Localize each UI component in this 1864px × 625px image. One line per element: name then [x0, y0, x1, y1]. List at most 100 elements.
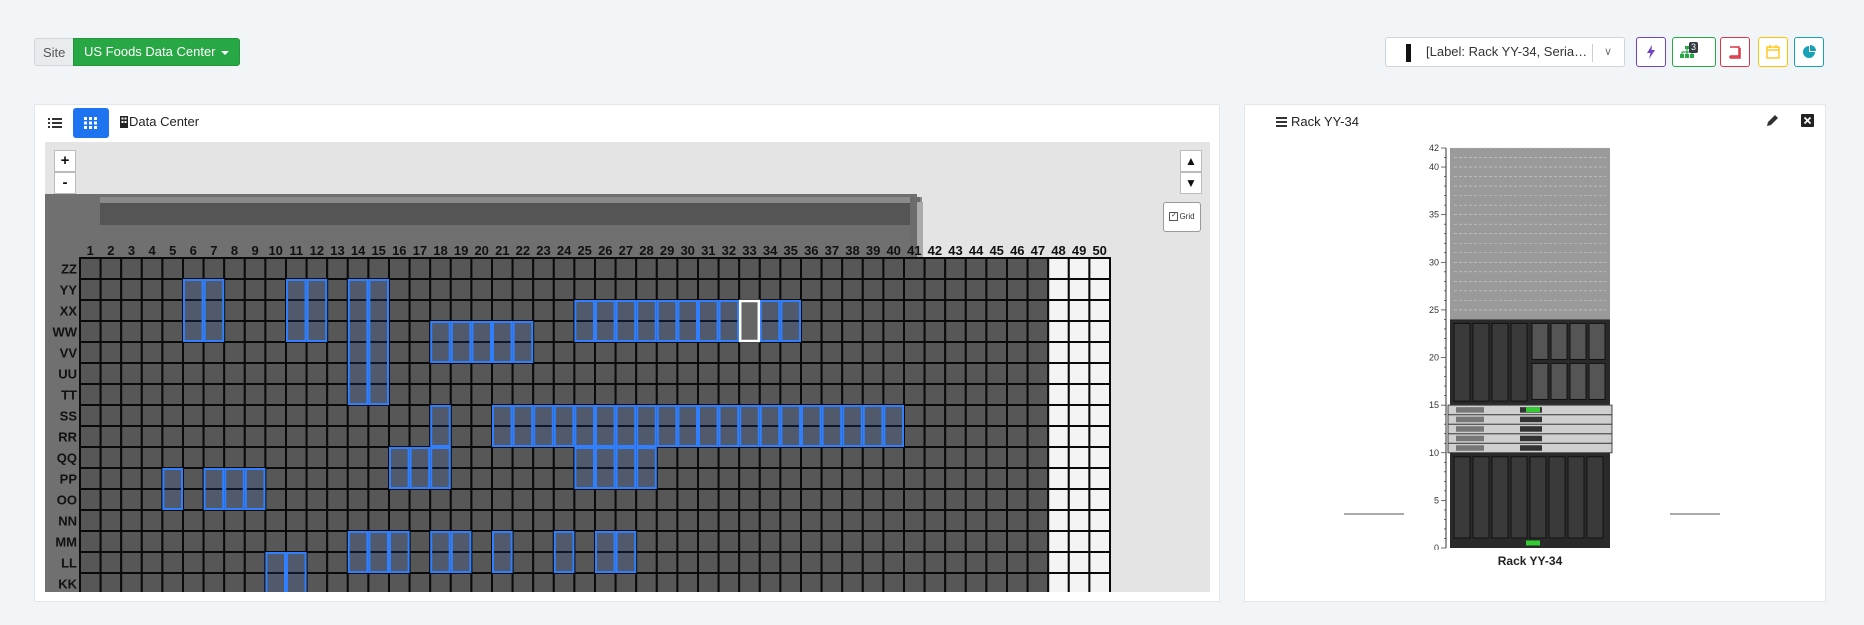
row-label: LL: [61, 556, 77, 571]
floor-tile: [800, 257, 823, 280]
rack-tile: [183, 279, 204, 342]
floor-tile: [635, 362, 658, 385]
floor-tile: [944, 530, 967, 553]
floor-tile: [717, 278, 741, 301]
floor-tile: [1006, 446, 1029, 469]
floor-tile: [532, 320, 555, 343]
floor-tile: [202, 425, 226, 448]
floor-tile: [758, 572, 782, 592]
floor-tile: [1026, 299, 1050, 322]
floor-tile: [1088, 278, 1112, 301]
floor-tile: [594, 383, 617, 406]
floor-tile: [903, 299, 926, 322]
floor-tile: [161, 509, 185, 532]
rack-axis-label: 15: [1429, 400, 1439, 410]
floor-tile: [1067, 488, 1091, 511]
floor-tile: [800, 467, 823, 490]
floor-tile: [202, 341, 226, 364]
grid-icon: [84, 117, 97, 129]
floor-grid-canvas[interactable]: 1 2 3 4 5 6 7 8 9 10 11 12 13 14 15 16 17 18 19 20 21 22 23 24 2…: [45, 142, 1210, 592]
floor-tile: [140, 425, 164, 448]
rack-tile: [224, 468, 245, 510]
floor-tile: [944, 509, 967, 532]
power-button[interactable]: [1636, 37, 1666, 67]
status-led-panel: [1526, 407, 1540, 413]
floor-tile: [614, 383, 638, 406]
floor-tile: [697, 530, 720, 553]
grid-checkbox[interactable]: ✓: [1169, 212, 1179, 222]
floor-tile: [491, 257, 514, 280]
grid-toggle[interactable]: ✓ Grid: [1163, 202, 1201, 232]
zoom-in-button[interactable]: +: [54, 150, 76, 172]
column-label: 5: [169, 243, 176, 258]
edit-rack-button[interactable]: [1766, 114, 1779, 132]
floor-tile: [964, 446, 988, 469]
floor-tile: [614, 488, 638, 511]
rack-device-icon: [1406, 44, 1411, 62]
floor-tile: [573, 551, 597, 574]
floor-tile: [676, 362, 700, 385]
rack-tile: [512, 321, 534, 363]
floor-tile: [120, 257, 143, 280]
floor-tile: [161, 257, 185, 280]
floor-tile: [820, 488, 844, 511]
floor-tile: [861, 257, 885, 280]
floor-tile: [429, 383, 452, 406]
hierarchy-button[interactable]: 3: [1672, 37, 1716, 67]
blade-slot: [1586, 456, 1604, 539]
rack-elevation[interactable]: 0 5 10 15 20 25 30 35 40 42: [1340, 140, 1730, 555]
floor-tile: [326, 572, 349, 592]
floor-tile: [964, 404, 988, 427]
floor-tile: [738, 467, 761, 490]
chart-button[interactable]: [1794, 37, 1824, 67]
floor-tile: [79, 257, 102, 280]
zoom-out-button[interactable]: -: [54, 172, 76, 194]
floor-tile: [841, 383, 864, 406]
floor-tile: [1067, 383, 1091, 406]
floor-tile: [697, 551, 720, 574]
floor-tile: [120, 320, 143, 343]
floor-tile: [697, 383, 720, 406]
column-label: 32: [722, 243, 736, 258]
floor-tile: [779, 446, 803, 469]
floor-tile: [408, 299, 432, 322]
floor-tile: [367, 467, 390, 490]
floor-tile: [861, 320, 885, 343]
floor-tile: [800, 278, 823, 301]
pan-down-button[interactable]: ▼: [1180, 172, 1202, 194]
floor-tile: [388, 425, 411, 448]
floor-tile: [573, 278, 597, 301]
close-rack-button[interactable]: [1801, 114, 1814, 132]
floor-tile: [882, 551, 906, 574]
floor-tile: [985, 320, 1009, 343]
rack-elevation-canvas[interactable]: 0 5 10 15 20 25 30 35 40 42: [1340, 140, 1730, 553]
rack-tile: [595, 531, 616, 573]
rack-tile: [492, 405, 513, 447]
floor-tile: [861, 509, 885, 532]
pan-up-button[interactable]: ▲: [1180, 150, 1202, 172]
calendar-button[interactable]: [1758, 37, 1788, 67]
floor-tile: [985, 572, 1009, 592]
chevron-down-icon[interactable]: ∨: [1599, 38, 1617, 66]
floor-tile: [1006, 551, 1029, 574]
floor-tile: [779, 572, 803, 592]
floor-tile: [243, 551, 267, 574]
floor-tile: [140, 404, 164, 427]
device-select[interactable]: [Label: Rack YY-34, Serial: 2U... ∨: [1385, 37, 1625, 67]
row-label: KK: [58, 577, 77, 592]
floor-tile: [305, 404, 329, 427]
list-view-button[interactable]: [38, 108, 72, 138]
column-label: 45: [989, 243, 1003, 258]
floor-map[interactable]: 1 2 3 4 5 6 7 8 9 10 11 12 13 14 15 16 17 18 19 20 21 22 23 24 2…: [45, 142, 1210, 592]
blade-module: [1550, 362, 1568, 400]
floor-tile: [923, 509, 947, 532]
floor-tile: [1006, 278, 1029, 301]
floor-tile: [470, 404, 493, 427]
floor-tile: [758, 362, 782, 385]
rack-tile: [615, 300, 637, 342]
site-dropdown-button[interactable]: US Foods Data Center: [73, 38, 240, 66]
floor-tile: [841, 320, 864, 343]
floor-tile: [429, 509, 452, 532]
book-button[interactable]: [1720, 37, 1750, 67]
grid-view-button[interactable]: [73, 108, 109, 138]
